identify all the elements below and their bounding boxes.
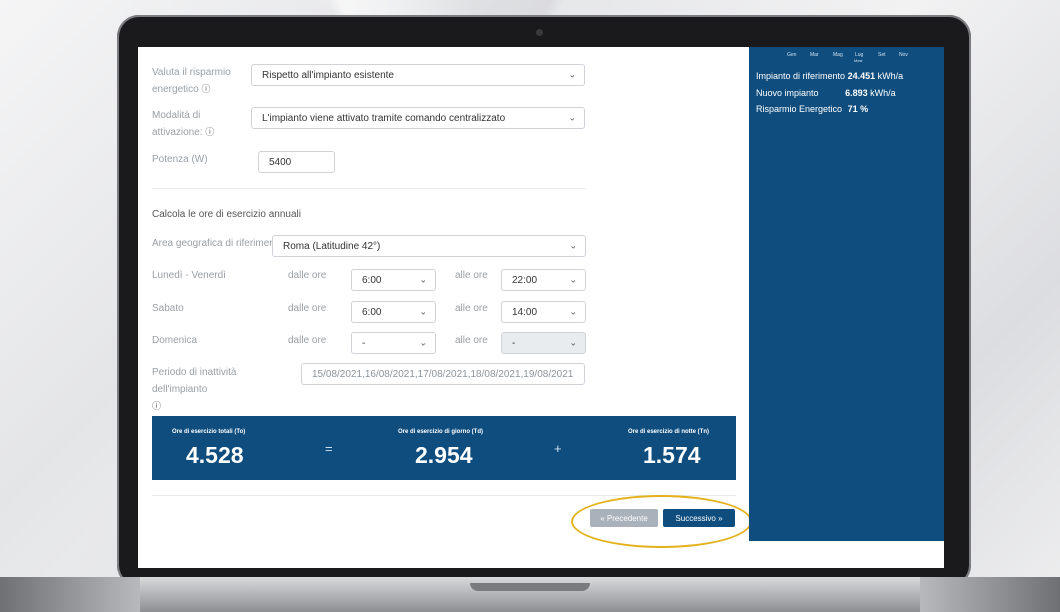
saturday-from-value: 6:00 (362, 306, 382, 318)
saturday-to-value: 14:00 (512, 306, 538, 318)
chevron-down-icon: ⌄ (569, 274, 577, 285)
plus-sign: + (554, 441, 562, 456)
laptop-base-right (920, 577, 1060, 612)
area-select[interactable]: Roma (Latitudine 42°) ⌄ (272, 235, 586, 257)
month-tick: Mag (833, 52, 843, 58)
inattivita-label: Periodo di inattività dell'impianto ⓘ (152, 367, 237, 411)
axis-label: Mesi (854, 58, 863, 63)
day-hours-label: Ore di esercizio di giorno (Td) (398, 429, 484, 435)
to-label: alle ore (455, 303, 488, 314)
chevron-down-icon: ⌄ (419, 274, 427, 285)
chevron-down-icon: ⌄ (569, 337, 577, 348)
camera-icon (536, 29, 543, 36)
saving-row: Risparmio Energetico 71 % (756, 104, 869, 114)
new-plant-row: Nuovo impianto 6.893 kWh/a (756, 88, 896, 98)
weekdays-to-value: 22:00 (512, 274, 538, 286)
from-label: dalle ore (288, 270, 327, 281)
info-icon: ⓘ (205, 127, 215, 137)
month-tick: Set (878, 52, 886, 58)
day-label-weekdays: Lunedì - Venerdì (152, 270, 226, 281)
laptop-base-left (0, 577, 140, 612)
modalita-label: Modalità di attivazione: ⓘ (152, 110, 215, 138)
reference-row: Impianto di riferimento 24.451 kWh/a (756, 71, 904, 81)
chevron-down-icon: ⌄ (419, 337, 427, 348)
saturday-to-select[interactable]: 14:00 ⌄ (501, 301, 586, 323)
info-icon: ⓘ (201, 84, 211, 94)
from-label: dalle ore (288, 303, 327, 314)
sunday-from-value: - (362, 337, 366, 349)
chevron-down-icon: ⌄ (419, 306, 427, 317)
energy-summary-panel: Gen Mar Mag Lug Mesi Set Nov Impianto di… (749, 47, 944, 541)
highlight-ellipse (571, 495, 752, 548)
potenza-input[interactable]: 5400 (258, 151, 335, 173)
modalita-select-value: L'impianto viene attivato tramite comand… (262, 112, 506, 124)
divider (152, 188, 586, 189)
weekdays-to-select[interactable]: 22:00 ⌄ (501, 269, 586, 291)
night-hours-label: Ore di esercizio di notte (Tn) (628, 429, 710, 435)
equals-sign: = (325, 441, 333, 456)
weekdays-from-select[interactable]: 6:00 ⌄ (351, 269, 436, 291)
chevron-down-icon: ⌄ (569, 306, 577, 317)
month-tick: Gen (787, 52, 797, 58)
hours-summary: Ore di esercizio totali (To) 4.528 = Ore… (152, 416, 736, 480)
weekdays-from-value: 6:00 (362, 274, 382, 286)
day-label-saturday: Sabato (152, 303, 184, 314)
month-tick: Mar (810, 52, 819, 58)
info-icon: ⓘ (152, 401, 162, 411)
night-hours-value: 1.574 (643, 442, 701, 468)
potenza-input-value: 5400 (269, 156, 292, 168)
section-title: Calcola le ore di esercizio annuali (152, 209, 301, 220)
day-hours-value: 2.954 (415, 442, 473, 468)
modalita-select[interactable]: L'impianto viene attivato tramite comand… (251, 107, 585, 129)
valuta-label: Valuta il risparmio energetico ⓘ (152, 67, 231, 95)
total-hours-label: Ore di esercizio totali (To) (172, 429, 246, 435)
month-tick: Nov (899, 52, 908, 58)
chevron-down-icon: ⌄ (568, 69, 576, 80)
sunday-to-value: - (512, 337, 516, 349)
to-label: alle ore (455, 270, 488, 281)
laptop-base-notch (470, 583, 590, 591)
total-hours-value: 4.528 (186, 442, 244, 468)
from-label: dalle ore (288, 335, 327, 346)
area-select-value: Roma (Latitudine 42°) (283, 240, 381, 252)
chevron-down-icon: ⌄ (569, 240, 577, 251)
app-screen: Valuta il risparmio energetico ⓘ Rispett… (138, 47, 944, 568)
valuta-select-value: Rispetto all'impianto esistente (262, 69, 394, 81)
sunday-from-select[interactable]: - ⌄ (351, 332, 436, 354)
chevron-down-icon: ⌄ (568, 112, 576, 123)
to-label: alle ore (455, 335, 488, 346)
potenza-label: Potenza (W) (152, 154, 208, 165)
chart-month-axis: Gen Mar Mag Lug Mesi Set Nov (749, 50, 944, 63)
sunday-to-select: - ⌄ (501, 332, 586, 354)
inattivita-input[interactable]: 15/08/2021,16/08/2021,17/08/2021,18/08/2… (301, 363, 585, 385)
inattivita-input-value: 15/08/2021,16/08/2021,17/08/2021,18/08/2… (312, 368, 574, 380)
saturday-from-select[interactable]: 6:00 ⌄ (351, 301, 436, 323)
valuta-select[interactable]: Rispetto all'impianto esistente ⌄ (251, 64, 585, 86)
day-label-sunday: Domenica (152, 335, 198, 346)
